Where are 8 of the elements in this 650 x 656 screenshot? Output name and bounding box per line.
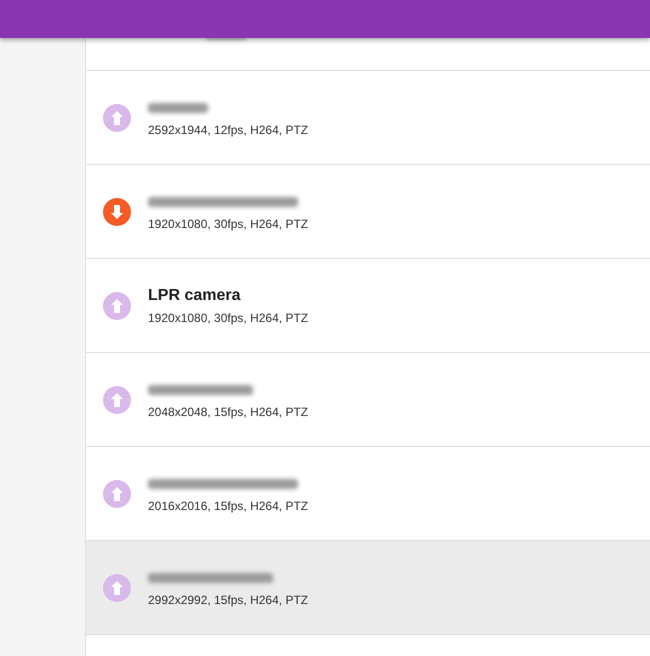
camera-specs: 2592x1944, 12fps, H264, PTZ bbox=[148, 122, 308, 136]
camera-list-item[interactable]: 2992x2992, 15fps, H264, PTZ bbox=[86, 541, 650, 635]
camera-name: LPR camera bbox=[148, 286, 242, 304]
camera-specs: 2016x2016, 15fps, H264, PTZ bbox=[148, 498, 308, 512]
camera-specs: 1920x1080, 30fps, H264, PTZ bbox=[148, 310, 308, 324]
camera-specs: 2992x2992, 15fps, H264, PTZ bbox=[148, 592, 308, 606]
camera-specs: 1920x1080, 30fps, H264, PTZ bbox=[148, 216, 308, 230]
camera-specs: 2048x2048, 15fps, H264, PTZ bbox=[148, 404, 308, 418]
